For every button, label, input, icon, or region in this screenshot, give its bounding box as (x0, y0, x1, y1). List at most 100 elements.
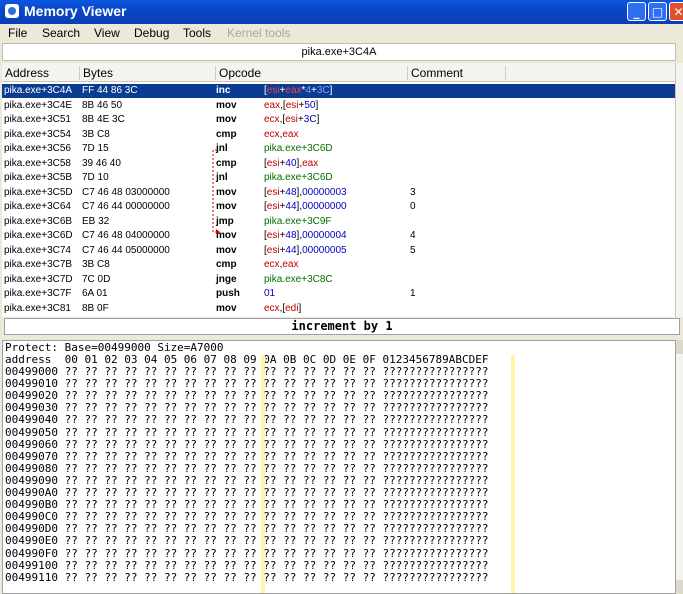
disasm-row[interactable]: pika.exe+3C5B 7D 10 jnl pika.exe+3C6D (2, 171, 676, 185)
window-title: Memory Viewer (24, 3, 127, 19)
operand-token: 50 (304, 99, 316, 111)
column-bytes[interactable]: Bytes (80, 66, 216, 80)
hex-row[interactable]: 004990F0 ?? ?? ?? ?? ?? ?? ?? ?? ?? ?? ?… (5, 547, 488, 560)
disasm-row[interactable]: pika.exe+3C6B EB 32 jmp pika.exe+3C9F (2, 215, 676, 229)
hex-row[interactable]: 00499040 ?? ?? ?? ?? ?? ?? ?? ?? ?? ?? ?… (5, 414, 488, 426)
operand-token: esi (266, 186, 280, 198)
close-button[interactable]: ✕ (669, 2, 683, 21)
row-address: pika.exe+3C4E (4, 99, 73, 111)
row-address: pika.exe+3C5D (4, 186, 73, 198)
disasm-row[interactable]: pika.exe+3C7D 7C 0D jnge pika.exe+3C8C (2, 273, 676, 287)
hex-row[interactable]: 00499110 ?? ?? ?? ?? ?? ?? ?? ?? ?? ?? ?… (5, 571, 488, 584)
disasm-row[interactable]: pika.exe+3C64 C7 46 44 00000000 mov [esi+44… (2, 200, 676, 214)
row-address: pika.exe+3C51 (4, 114, 71, 125)
menu-tools[interactable]: Tools (183, 26, 211, 40)
row-address: pika.exe+3C81 (4, 302, 71, 314)
disasm-row[interactable]: pika.exe+3C81 8B 0F mov ecx,[edi] (2, 302, 676, 316)
disasm-row[interactable]: pika.exe+3C6D C7 46 48 04000000 mov [esi+48… (2, 229, 676, 243)
row-address: pika.exe+3C7F (4, 288, 72, 299)
operand-token: 3C (303, 114, 317, 125)
operand-token: ecx (264, 259, 280, 270)
row-operands: ecx,[esi+3C] (264, 113, 319, 127)
menu-search[interactable]: Search (42, 26, 80, 40)
title-bar[interactable]: Memory Viewer _ □ ✕ (0, 0, 683, 24)
disasm-row[interactable]: pika.exe+3C5D C7 46 48 03000000 mov [esi+48… (2, 186, 676, 200)
row-opcode: jmp (216, 215, 234, 227)
row-operands: [esi+48],00000004 (264, 229, 347, 243)
disasm-row[interactable]: pika.exe+3C58 39 46 40 cmp [esi+40],eax (2, 157, 676, 171)
operand-token: 01 (264, 288, 276, 299)
hex-row[interactable]: 00499080 ?? ?? ?? ?? ?? ?? ?? ?? ?? ?? ?… (5, 462, 488, 475)
disassembler-list[interactable]: pika.exe+3C4A FF 44 86 3C inc [esi+eax*4+3C… (2, 82, 676, 317)
maximize-button[interactable]: □ (648, 2, 667, 21)
row-opcode: inc (216, 85, 231, 96)
hex-row[interactable]: 00499050 ?? ?? ?? ?? ?? ?? ?? ?? ?? ?? ?… (5, 426, 488, 439)
operand-token: esi (266, 157, 280, 169)
hex-row[interactable]: 004990E0 ?? ?? ?? ?? ?? ?? ?? ?? ?? ?? ?… (5, 535, 488, 547)
operand-token: 3C (316, 85, 330, 96)
row-operands: [esi+48],00000003 (264, 186, 347, 200)
disasm-row[interactable]: pika.exe+3C54 3B C8 cmp ecx,eax (2, 128, 676, 142)
row-address: pika.exe+3C6B (4, 215, 73, 227)
row-opcode: jnl (216, 143, 228, 154)
operand-token: 00000003 (302, 186, 347, 198)
row-address: pika.exe+3C64 (4, 201, 71, 212)
operand-token: eax (264, 99, 281, 111)
row-address: pika.exe+3C7D (4, 273, 73, 285)
row-address: pika.exe+3C5B (4, 172, 73, 183)
operand-token: esi (266, 85, 280, 96)
hex-view[interactable]: Protect: Base=00499000 Size=A7000 addres… (2, 340, 676, 594)
row-opcode: jnl (216, 172, 228, 183)
row-address: pika.exe+3C54 (4, 128, 71, 140)
disassembler-scrollbar[interactable] (675, 63, 683, 317)
row-operands: [esi+40],eax (264, 157, 318, 171)
operand-token: eax (282, 128, 299, 140)
menu-view[interactable]: View (94, 26, 120, 40)
row-bytes: C7 46 48 03000000 (82, 186, 170, 198)
hex-row[interactable]: 00499070 ?? ?? ?? ?? ?? ?? ?? ?? ?? ?? ?… (5, 450, 488, 463)
hex-scrollbar[interactable] (676, 340, 683, 594)
disasm-row[interactable]: pika.exe+3C74 C7 46 44 05000000 mov [esi+44… (2, 244, 676, 258)
hex-row[interactable]: 00499060 ?? ?? ?? ?? ?? ?? ?? ?? ?? ?? ?… (5, 438, 488, 451)
column-comment[interactable]: Comment (408, 66, 506, 80)
memory-viewer-window: Memory Viewer _ □ ✕ File Search View Deb… (0, 0, 683, 594)
disasm-row[interactable]: pika.exe+3C7B 3B C8 cmp ecx,eax (2, 258, 676, 272)
hex-row[interactable]: 00499100 ?? ?? ?? ?? ?? ?? ?? ?? ?? ?? ?… (5, 559, 488, 572)
menu-debug[interactable]: Debug (134, 26, 169, 40)
row-operands: pika.exe+3C9F (264, 215, 332, 227)
operand-token: 44 (285, 244, 297, 256)
operand-token: ecx (264, 128, 280, 140)
row-opcode: mov (216, 114, 237, 125)
row-opcode: mov (216, 186, 237, 198)
column-opcode[interactable]: Opcode (216, 66, 408, 80)
row-operands: ecx,[edi] (264, 302, 301, 316)
row-operands: eax,[esi+50] (264, 99, 318, 113)
row-operands: ecx,eax (264, 258, 298, 272)
row-operands: pika.exe+3C8C (264, 273, 333, 285)
operand-token: 48 (285, 186, 297, 198)
row-bytes: FF 44 86 3C (82, 85, 138, 96)
operand-token: eax (302, 157, 319, 169)
row-comment: 0 (410, 201, 416, 212)
disasm-row[interactable]: pika.exe+3C7F 6A 01 push 01 1 (2, 287, 676, 301)
operand-token: ecx (264, 114, 280, 125)
disasm-row[interactable]: pika.exe+3C4E 8B 46 50 mov eax,[esi+50] (2, 99, 676, 113)
row-bytes: EB 32 (82, 215, 110, 227)
column-address[interactable]: Address (2, 66, 80, 80)
app-icon (5, 4, 19, 18)
disasm-row[interactable]: pika.exe+3C51 8B 4E 3C mov ecx,[esi+3C] (2, 113, 676, 127)
row-bytes: 8B 4E 3C (82, 114, 125, 125)
row-comment: 4 (410, 230, 416, 241)
disasm-row[interactable]: pika.exe+3C4A FF 44 86 3C inc [esi+eax*4+3C… (2, 84, 676, 98)
row-address: pika.exe+3C7B (4, 259, 73, 270)
menu-file[interactable]: File (8, 26, 27, 40)
row-bytes: 7C 0D (82, 273, 111, 285)
minimize-button[interactable]: _ (627, 2, 646, 21)
disasm-row[interactable]: pika.exe+3C56 7D 15 jnl pika.exe+3C6D (2, 142, 676, 156)
row-bytes: 6A 01 (82, 288, 108, 299)
row-bytes: 7D 15 (82, 143, 109, 154)
row-operands: pika.exe+3C6D (264, 143, 333, 154)
disassembler-address-bar[interactable]: pika.exe+3C4A (2, 43, 676, 61)
operand-token: ] (329, 85, 333, 96)
row-opcode: jnge (216, 273, 237, 285)
